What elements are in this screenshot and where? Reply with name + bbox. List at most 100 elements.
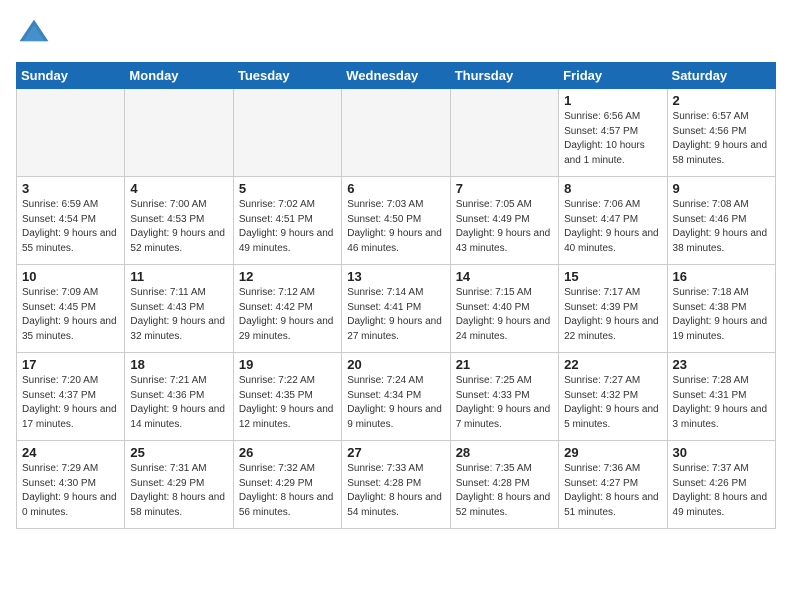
calendar-cell: 6Sunrise: 7:03 AM Sunset: 4:50 PM Daylig…: [342, 177, 450, 265]
calendar-cell: 7 Sunrise: 7:05 AM Sunset: 4:49 PM Daylig…: [450, 177, 558, 265]
day-number: 19: [239, 357, 336, 372]
calendar-cell: [450, 89, 558, 177]
calendar-cell: [125, 89, 233, 177]
day-info: Sunrise: 7:05 AM Sunset: 4:49 PM Dayligh…: [456, 198, 553, 256]
day-info: Sunrise: 6:56 AM Sunset: 4:57 PM Dayligh…: [564, 110, 661, 168]
calendar-cell: 18 Sunrise: 7:21 AM Sunset: 4:36 PM Dayli…: [125, 353, 233, 441]
day-info: Sunrise: 7:12 AM Sunset: 4:42 PM Dayligh…: [239, 286, 336, 344]
calendar-cell: 29Sunrise: 7:36 AM Sunset: 4:27 PM Dayli…: [559, 441, 667, 529]
day-info: Sunrise: 7:27 AM Sunset: 4:32 PM Dayligh…: [564, 374, 661, 432]
calendar-cell: 2 Sunrise: 6:57 AM Sunset: 4:56 PM Daylig…: [667, 89, 775, 177]
day-info: Sunrise: 7:33 AM Sunset: 4:28 PM Dayligh…: [347, 462, 444, 520]
day-info: Sunrise: 7:20 AM Sunset: 4:37 PM Dayligh…: [22, 374, 119, 432]
day-info: Sunrise: 7:02 AM Sunset: 4:51 PM Dayligh…: [239, 198, 336, 256]
day-number: 24: [22, 445, 119, 460]
calendar-cell: 16 Sunrise: 7:18 AM Sunset: 4:38 PM Dayli…: [667, 265, 775, 353]
calendar: SundayMondayTuesdayWednesdayThursdayFrid…: [16, 62, 776, 529]
calendar-cell: [342, 89, 450, 177]
day-info: Sunrise: 7:11 AM Sunset: 4:43 PM Dayligh…: [130, 286, 227, 344]
weekday-header: Thursday: [450, 63, 558, 89]
calendar-cell: [17, 89, 125, 177]
day-info: Sunrise: 7:18 AM Sunset: 4:38 PM Dayligh…: [673, 286, 770, 344]
day-number: 3: [22, 181, 119, 196]
day-number: 30: [673, 445, 770, 460]
day-info: Sunrise: 7:29 AM Sunset: 4:30 PM Dayligh…: [22, 462, 119, 520]
day-info: Sunrise: 7:17 AM Sunset: 4:39 PM Dayligh…: [564, 286, 661, 344]
day-number: 16: [673, 269, 770, 284]
calendar-cell: 22 Sunrise: 7:27 AM Sunset: 4:32 PM Dayli…: [559, 353, 667, 441]
calendar-cell: 19 Sunrise: 7:22 AM Sunset: 4:35 PM Dayli…: [233, 353, 341, 441]
day-number: 4: [130, 181, 227, 196]
day-number: 23: [673, 357, 770, 372]
day-number: 9: [673, 181, 770, 196]
day-number: 11: [130, 269, 227, 284]
weekday-header: Wednesday: [342, 63, 450, 89]
calendar-cell: 3 Sunrise: 6:59 AM Sunset: 4:54 PM Daylig…: [17, 177, 125, 265]
day-info: Sunrise: 7:35 AM Sunset: 4:28 PM Dayligh…: [456, 462, 553, 520]
calendar-cell: 15Sunrise: 7:17 AM Sunset: 4:39 PM Dayli…: [559, 265, 667, 353]
day-number: 6: [347, 181, 444, 196]
day-info: Sunrise: 7:06 AM Sunset: 4:47 PM Dayligh…: [564, 198, 661, 256]
calendar-week-row: 24 Sunrise: 7:29 AM Sunset: 4:30 PM Dayli…: [17, 441, 776, 529]
calendar-cell: 13 Sunrise: 7:14 AM Sunset: 4:41 PM Dayli…: [342, 265, 450, 353]
calendar-cell: 28 Sunrise: 7:35 AM Sunset: 4:28 PM Dayli…: [450, 441, 558, 529]
day-number: 14: [456, 269, 553, 284]
day-number: 21: [456, 357, 553, 372]
calendar-cell: 8 Sunrise: 7:06 AM Sunset: 4:47 PM Daylig…: [559, 177, 667, 265]
calendar-cell: 30 Sunrise: 7:37 AM Sunset: 4:26 PM Dayli…: [667, 441, 775, 529]
calendar-cell: 21Sunrise: 7:25 AM Sunset: 4:33 PM Dayli…: [450, 353, 558, 441]
calendar-cell: 5 Sunrise: 7:02 AM Sunset: 4:51 PM Daylig…: [233, 177, 341, 265]
day-info: Sunrise: 6:57 AM Sunset: 4:56 PM Dayligh…: [673, 110, 770, 168]
day-info: Sunrise: 7:08 AM Sunset: 4:46 PM Dayligh…: [673, 198, 770, 256]
day-number: 8: [564, 181, 661, 196]
day-number: 17: [22, 357, 119, 372]
calendar-cell: 26Sunrise: 7:32 AM Sunset: 4:29 PM Dayli…: [233, 441, 341, 529]
logo: [16, 16, 56, 52]
day-number: 27: [347, 445, 444, 460]
calendar-cell: 10 Sunrise: 7:09 AM Sunset: 4:45 PM Dayli…: [17, 265, 125, 353]
weekday-header: Saturday: [667, 63, 775, 89]
logo-icon: [16, 16, 52, 52]
weekday-header: Sunday: [17, 63, 125, 89]
day-info: Sunrise: 7:15 AM Sunset: 4:40 PM Dayligh…: [456, 286, 553, 344]
page-header: [16, 16, 776, 52]
calendar-week-row: 1 Sunrise: 6:56 AM Sunset: 4:57 PM Daylig…: [17, 89, 776, 177]
day-number: 25: [130, 445, 227, 460]
day-info: Sunrise: 7:28 AM Sunset: 4:31 PM Dayligh…: [673, 374, 770, 432]
calendar-cell: 20 Sunrise: 7:24 AM Sunset: 4:34 PM Dayli…: [342, 353, 450, 441]
calendar-cell: 14 Sunrise: 7:15 AM Sunset: 4:40 PM Dayli…: [450, 265, 558, 353]
day-number: 12: [239, 269, 336, 284]
calendar-cell: [233, 89, 341, 177]
calendar-cell: 11 Sunrise: 7:11 AM Sunset: 4:43 PM Dayli…: [125, 265, 233, 353]
day-number: 18: [130, 357, 227, 372]
calendar-week-row: 10 Sunrise: 7:09 AM Sunset: 4:45 PM Dayli…: [17, 265, 776, 353]
day-number: 20: [347, 357, 444, 372]
day-info: Sunrise: 7:24 AM Sunset: 4:34 PM Dayligh…: [347, 374, 444, 432]
calendar-cell: 25 Sunrise: 7:31 AM Sunset: 4:29 PM Dayli…: [125, 441, 233, 529]
calendar-cell: 23 Sunrise: 7:28 AM Sunset: 4:31 PM Dayli…: [667, 353, 775, 441]
day-number: 26: [239, 445, 336, 460]
weekday-header: Friday: [559, 63, 667, 89]
weekday-header: Monday: [125, 63, 233, 89]
day-info: Sunrise: 7:21 AM Sunset: 4:36 PM Dayligh…: [130, 374, 227, 432]
day-info: Sunrise: 6:59 AM Sunset: 4:54 PM Dayligh…: [22, 198, 119, 256]
calendar-cell: 27 Sunrise: 7:33 AM Sunset: 4:28 PM Dayli…: [342, 441, 450, 529]
day-number: 28: [456, 445, 553, 460]
day-number: 1: [564, 93, 661, 108]
day-number: 13: [347, 269, 444, 284]
day-number: 7: [456, 181, 553, 196]
calendar-cell: 12 Sunrise: 7:12 AM Sunset: 4:42 PM Dayli…: [233, 265, 341, 353]
day-number: 22: [564, 357, 661, 372]
day-info: Sunrise: 7:31 AM Sunset: 4:29 PM Dayligh…: [130, 462, 227, 520]
calendar-week-row: 3 Sunrise: 6:59 AM Sunset: 4:54 PM Daylig…: [17, 177, 776, 265]
day-info: Sunrise: 7:22 AM Sunset: 4:35 PM Dayligh…: [239, 374, 336, 432]
day-number: 2: [673, 93, 770, 108]
day-number: 5: [239, 181, 336, 196]
calendar-cell: 24 Sunrise: 7:29 AM Sunset: 4:30 PM Dayli…: [17, 441, 125, 529]
day-info: Sunrise: 7:14 AM Sunset: 4:41 PM Dayligh…: [347, 286, 444, 344]
day-info: Sunrise: 7:37 AM Sunset: 4:26 PM Dayligh…: [673, 462, 770, 520]
day-number: 10: [22, 269, 119, 284]
calendar-cell: 4Sunrise: 7:00 AM Sunset: 4:53 PM Daylig…: [125, 177, 233, 265]
calendar-header-row: SundayMondayTuesdayWednesdayThursdayFrid…: [17, 63, 776, 89]
day-info: Sunrise: 7:09 AM Sunset: 4:45 PM Dayligh…: [22, 286, 119, 344]
